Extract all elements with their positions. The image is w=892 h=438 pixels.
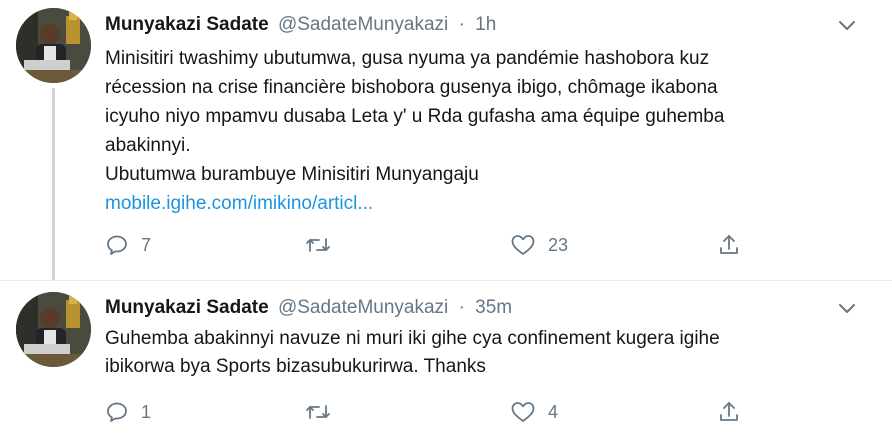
tweet-text: Guhemba abakinnyi navuze ni muri iki gih… [105, 325, 872, 381]
tweet-text: Minisitiri twashimy ubutumwa, gusa nyuma… [105, 44, 872, 218]
avatar[interactable] [16, 292, 91, 367]
tweet-text-line: icyuho niyo mpamvu dusaba Leta y' u Rda … [105, 106, 725, 127]
author-handle[interactable]: @SadateMunyakazi [278, 14, 448, 35]
tweet-actions: 7 23 [105, 230, 745, 260]
share-button[interactable] [717, 397, 741, 427]
like-count: 4 [548, 401, 559, 422]
tweet[interactable]: Munyakazi Sadate @SadateMunyakazi · 35m … [0, 280, 892, 438]
author-name[interactable]: Munyakazi Sadate [105, 14, 269, 35]
separator-dot: · [458, 14, 465, 35]
tweet-header: Munyakazi Sadate @SadateMunyakazi · 1h [105, 12, 872, 38]
tweet-text-line: Minisitiri twashimy ubutumwa, gusa nyuma… [105, 48, 710, 69]
tweet-header: Munyakazi Sadate @SadateMunyakazi · 35m [105, 295, 872, 321]
author-handle[interactable]: @SadateMunyakazi [278, 297, 448, 318]
share-button[interactable] [717, 230, 741, 260]
tweet-thread: Munyakazi Sadate @SadateMunyakazi · 1h M… [0, 0, 892, 438]
reply-button[interactable]: 7 [105, 230, 151, 260]
like-count: 23 [548, 234, 569, 255]
reply-icon [105, 233, 129, 257]
reply-count: 7 [141, 234, 152, 255]
heart-icon [510, 233, 536, 257]
article-link[interactable]: mobile.igihe.com/imikino/articl... [105, 193, 373, 214]
reply-count: 1 [141, 401, 152, 422]
like-button[interactable]: 23 [510, 230, 568, 260]
tweet-text-line: récession na crise financière bishobora … [105, 77, 718, 98]
separator-dot: · [458, 297, 465, 318]
chevron-down-icon[interactable] [836, 297, 858, 319]
retweet-button[interactable] [305, 397, 343, 427]
tweet-content: Munyakazi Sadate @SadateMunyakazi · 1h M… [105, 12, 872, 218]
like-button[interactable]: 4 [510, 397, 558, 427]
author-name[interactable]: Munyakazi Sadate [105, 297, 269, 318]
tweet-text-line: ibikorwa bya Sports bizasubukurirwa. Tha… [105, 356, 486, 377]
reply-button[interactable]: 1 [105, 397, 151, 427]
heart-icon [510, 400, 536, 424]
tweet-content: Munyakazi Sadate @SadateMunyakazi · 35m … [105, 295, 872, 381]
retweet-button[interactable] [305, 230, 343, 260]
retweet-icon [305, 233, 331, 257]
tweet-text-line: Guhemba abakinnyi navuze ni muri iki gih… [105, 328, 720, 349]
tweet[interactable]: Munyakazi Sadate @SadateMunyakazi · 1h M… [0, 0, 892, 280]
chevron-down-icon[interactable] [836, 14, 858, 36]
tweet-text-line: Ubutumwa burambuye Minisitiri Munyangaju [105, 164, 479, 185]
share-icon [717, 400, 741, 424]
retweet-icon [305, 400, 331, 424]
thread-connector-line [52, 88, 55, 280]
share-icon [717, 233, 741, 257]
avatar[interactable] [16, 8, 91, 83]
tweet-actions: 1 4 [105, 397, 745, 427]
tweet-timestamp[interactable]: 1h [475, 14, 496, 35]
reply-icon [105, 400, 129, 424]
tweet-timestamp[interactable]: 35m [475, 297, 512, 318]
tweet-text-line: abakinnyi. [105, 135, 191, 156]
